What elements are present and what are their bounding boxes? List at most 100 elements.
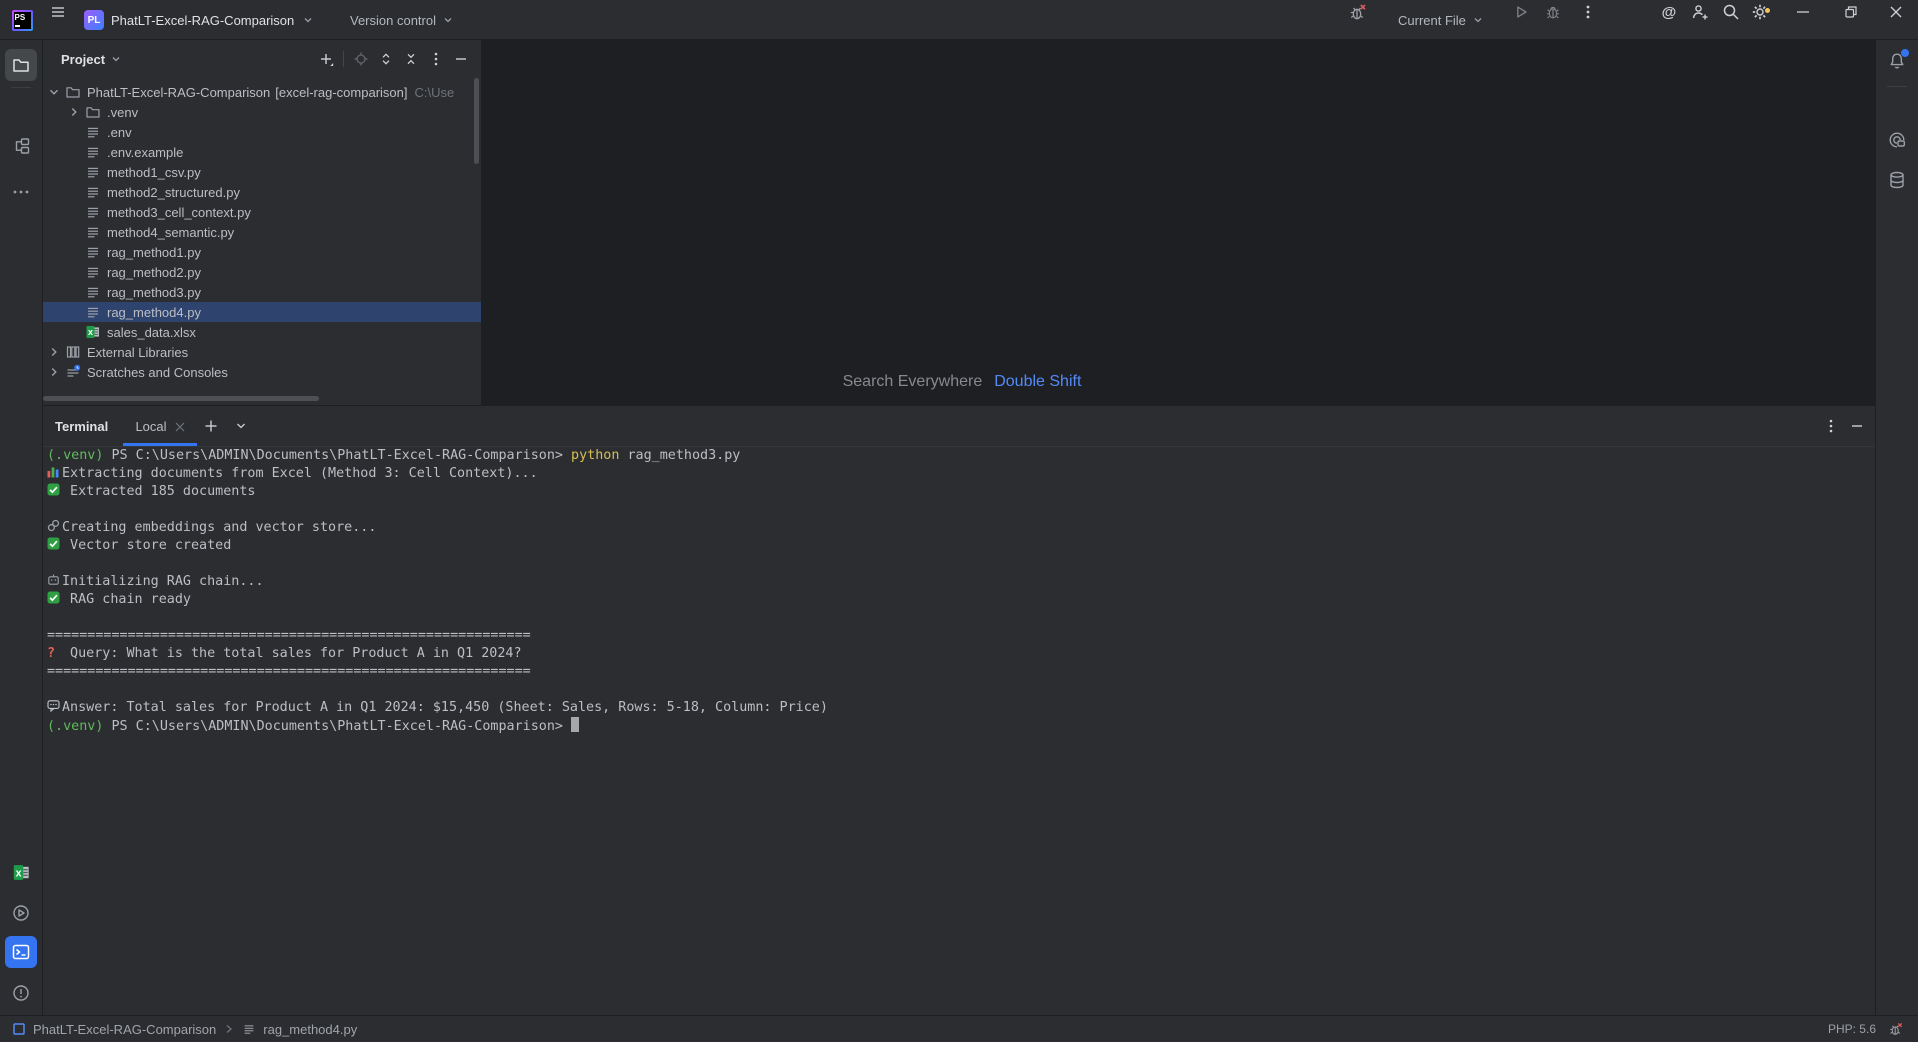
module-icon [13,1023,25,1035]
settings-icon[interactable] [1748,0,1772,24]
file-icon [85,264,101,280]
tree-item-sales-data.xlsx[interactable]: x sales_data.xlsx [43,322,481,342]
debug-listener-status-icon[interactable] [1888,1021,1904,1037]
tree-item-.venv[interactable]: .venv [43,102,481,122]
terminal-line: ? Query: What is the total sales for Pro… [47,645,1857,663]
debug-button[interactable] [1541,0,1565,24]
chevron-right-icon[interactable] [66,104,82,120]
chevron-right-icon[interactable] [46,344,62,360]
hint-shortcut[interactable]: Double Shift [994,373,1081,390]
file-icon [85,204,101,220]
terminal-line: Answer: Total sales for Product A in Q1 … [47,699,1857,717]
new-terminal-tab-button[interactable] [199,414,223,438]
window-minimize-button[interactable] [1788,0,1818,24]
terminal-text: Initializing RAG chain... [62,574,264,589]
tree-item-external-libraries[interactable]: External Libraries [43,342,481,362]
php-debug-listener-icon[interactable] [1346,0,1370,24]
terminal-tool-button[interactable] [5,936,37,968]
folder-icon [85,104,101,120]
tree-item-rag-method4.py[interactable]: rag_method4.py [43,302,481,322]
terminal-line: Initializing RAG chain... [47,573,1857,591]
notifications-button[interactable] [1881,45,1913,77]
close-tab-icon[interactable] [175,422,185,432]
window-close-button[interactable] [1881,0,1911,24]
collapse-all-button[interactable] [403,51,419,67]
search-everywhere-icon[interactable] [1719,0,1743,24]
terminal-text: RAG chain ready [62,592,191,607]
more-tool-windows-button[interactable] [5,176,37,208]
terminal-text: Query: What is the total sales for Produ… [62,646,522,661]
tree-item-method3-cell-context.py[interactable]: method3_cell_context.py [43,202,481,222]
php-version-widget[interactable]: PHP: 5.6 [1828,1022,1876,1036]
chevron-right-icon[interactable] [46,364,62,380]
tree-item-rag-method3.py[interactable]: rag_method3.py [43,282,481,302]
panel-options-icon[interactable] [428,51,444,67]
main-menu-icon[interactable] [46,0,70,24]
module-name-suffix: [excel-rag-comparison] [275,84,408,100]
chevron-down-icon [444,18,452,23]
more-actions-icon[interactable] [1576,0,1600,24]
tree-item-method1-csv.py[interactable]: method1_csv.py [43,162,481,182]
terminal-tab-dropdown-icon[interactable] [229,414,253,438]
run-configuration-selector[interactable]: Current File [1398,0,1485,40]
terminal-tab-local[interactable]: Local [123,406,197,447]
locate-file-button[interactable] [353,51,369,67]
ai-swirl-icon [1889,132,1906,148]
structure-tool-button[interactable] [5,130,37,162]
breadcrumb-file[interactable]: rag_method4.py [263,1022,357,1037]
check-icon [47,537,62,550]
status-bar: PhatLT-Excel-RAG-Comparison rag_method4.… [0,1015,1918,1042]
terminal-line: (.venv) PS C:\Users\ADMIN\Documents\Phat… [47,447,1857,465]
terminal-output[interactable]: (.venv) PS C:\Users\ADMIN\Documents\Phat… [47,447,1857,735]
tree-item-method2-structured.py[interactable]: method2_structured.py [43,182,481,202]
left-tool-dock: x [0,40,43,1041]
project-widget[interactable]: PL PhatLT-Excel-RAG-Comparison [84,0,315,40]
tree-item-rag-method2.py[interactable]: rag_method2.py [43,262,481,282]
services-tool-button[interactable] [5,897,37,929]
project-horizontal-scrollbar[interactable] [43,396,319,401]
project-panel-title: Project [61,51,106,67]
tree-item-.env[interactable]: .env [43,122,481,142]
terminal-text: Creating embeddings and vector store... [62,520,377,535]
terminal-options-icon[interactable] [1819,414,1843,438]
hide-panel-button[interactable] [453,51,469,67]
project-tree: PhatLT-Excel-RAG-Comparison [excel-rag-co… [43,82,481,382]
terminal-text: (.venv) [47,448,104,463]
terminal-line: Vector store created [47,537,1857,555]
project-tool-button[interactable] [5,49,37,81]
project-panel-title-dropdown[interactable]: Project [61,52,123,67]
ai-assistant-icon[interactable]: @ [1657,0,1681,24]
terminal-text: PS C:\Users\ADMIN\Documents\PhatLT-Excel… [103,719,572,734]
editor-area[interactable] [482,40,1875,405]
expand-all-button[interactable] [378,51,394,67]
terminal-cursor [571,717,580,732]
terminal-text: ========================================… [47,628,531,643]
window-restore-button[interactable] [1836,0,1866,24]
database-tool-button[interactable] [1881,164,1913,196]
excel-tool-button[interactable]: x [5,856,37,888]
project-widget-name: PhatLT-Excel-RAG-Comparison [111,12,295,28]
tree-item-label: sales_data.xlsx [107,324,196,340]
tree-item-method4-semantic.py[interactable]: method4_semantic.py [43,222,481,242]
terminal-tab-label: Local [135,419,167,434]
tree-item-scratches-and-consoles[interactable]: Scratches and Consoles [43,362,481,382]
chevron-down-icon[interactable] [46,84,62,100]
run-button[interactable] [1509,0,1533,24]
tree-item-phatlt-excel-rag-comparison[interactable]: PhatLT-Excel-RAG-Comparison [excel-rag-co… [43,82,481,102]
tree-item-rag-method1.py[interactable]: rag_method1.py [43,242,481,262]
project-vertical-scrollbar[interactable] [474,78,479,164]
terminal-icon [12,944,30,960]
problems-tool-button[interactable] [5,977,37,1009]
library-icon [65,344,81,360]
code-with-me-icon[interactable] [1688,0,1712,24]
hide-terminal-button[interactable] [1845,414,1869,438]
tree-item-.env.example[interactable]: .env.example [43,142,481,162]
hint-label: Search Everywhere [842,373,983,390]
ai-assistant-tool-button[interactable] [1881,124,1913,156]
version-control-widget[interactable]: Version control [350,0,455,40]
add-button[interactable] [318,51,334,67]
breadcrumb-project[interactable]: PhatLT-Excel-RAG-Comparison [33,1022,216,1037]
